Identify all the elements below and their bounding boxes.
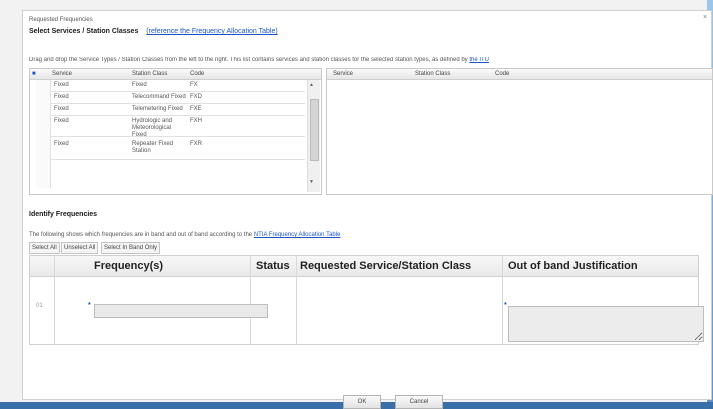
scroll-down-icon[interactable]: ▼ [309,179,314,185]
col-status[interactable]: Status [256,260,290,272]
col-requested-service[interactable]: Requested Service/Station Class [300,260,471,272]
identify-frequencies-title: Identify Frequencies [29,211,98,218]
unselect-all-button[interactable]: Unselect All [61,242,99,254]
select-all-button[interactable]: Select All [29,242,60,254]
cell-service: Fixed [54,141,69,147]
required-marker: * [88,302,91,309]
band-note: The following shows which frequencies ar… [29,232,340,238]
itu-link[interactable]: the ITU [469,57,489,63]
band-note-text: The following shows which frequencies ar… [29,232,254,238]
table-row[interactable]: Fixed Repeater Fixed Station FXR [50,139,305,160]
frequencies-dialog: × Requested Frequencies Select Services … [22,10,713,409]
cell-service: Fixed [54,106,69,112]
table-row[interactable]: Fixed Hydrologic and Meteorological Fixe… [50,116,305,138]
cell-station-class: Telecommand Fixed [132,94,186,100]
close-icon[interactable]: × [703,14,707,21]
col-station-class[interactable]: Station Class [132,71,167,77]
frequency-allocation-link[interactable]: (reference the Frequency Allocation Tabl… [146,28,277,35]
col-code[interactable]: Code [495,71,509,77]
col-station-class[interactable]: Station Class [415,71,450,77]
frequency-input[interactable] [94,304,268,318]
cell-code: FX [190,82,198,88]
instructions-text: Drag and drop the Service Types / Statio… [29,57,470,63]
select-in-band-button[interactable]: Select In Band Only [101,242,161,254]
scroll-up-icon[interactable]: ▲ [309,82,314,88]
section-title-text: Select Services / Station Classes [29,28,139,35]
available-services-grid[interactable]: ■ Service Station Class Code Fixed Fixed… [29,68,322,195]
cell-code: FXE [190,106,202,112]
scrollbar-thumb[interactable] [310,99,319,161]
frequency-table: Frequency(s) Status Requested Service/St… [29,255,704,345]
section-title: Select Services / Station Classes (refer… [29,28,278,35]
row-selector-column [36,80,51,188]
ntia-allocation-link[interactable]: NTIA Frequency Allocation Table [254,232,341,238]
column-divider [296,256,297,344]
cell-service: Fixed [54,82,69,88]
selected-services-grid[interactable]: Service Station Class Code [326,68,713,195]
app-window: × Requested Frequencies Select Services … [0,0,713,409]
table-row[interactable]: Fixed Telecommand Fixed FXD [50,92,305,104]
cell-service: Fixed [54,94,69,100]
cell-service: Fixed [54,118,69,124]
row-number: 01 [36,303,43,309]
col-justification[interactable]: Out of band Justification [508,260,638,272]
col-service[interactable]: Service [52,71,72,77]
cell-station-class: Telemetering Fixed [132,106,183,112]
cell-station-class: Hydrologic and Meteorological Fixed [132,118,173,138]
cell-station-class: Fixed [132,82,147,88]
col-frequency[interactable]: Frequency(s) [94,260,163,272]
col-service[interactable]: Service [333,71,353,77]
justification-textarea[interactable] [508,306,704,342]
cell-code: FXD [190,94,202,100]
select-all-checkbox-icon[interactable]: ■ [32,71,36,77]
grid-header: ■ Service Station Class Code [30,69,321,80]
cell-code: FXH [190,118,202,124]
cancel-button[interactable]: Cancel [395,395,443,409]
column-divider [54,256,55,344]
frequency-table-header: Frequency(s) Status Requested Service/St… [30,256,698,277]
table-row[interactable]: Fixed Telemetering Fixed FXE [50,104,305,116]
column-divider [250,256,251,344]
column-divider [502,256,503,344]
required-marker: * [504,302,507,309]
cell-station-class: Repeater Fixed Station [132,141,174,154]
ok-button[interactable]: OK [343,395,381,409]
dialog-subtitle: Requested Frequencies [29,17,93,23]
grid-header: Service Station Class Code [327,69,712,80]
table-row[interactable]: Fixed Fixed FX [50,80,305,92]
cell-code: FXR [190,141,202,147]
col-code[interactable]: Code [190,71,204,77]
instructions: Drag and drop the Service Types / Statio… [29,57,709,63]
